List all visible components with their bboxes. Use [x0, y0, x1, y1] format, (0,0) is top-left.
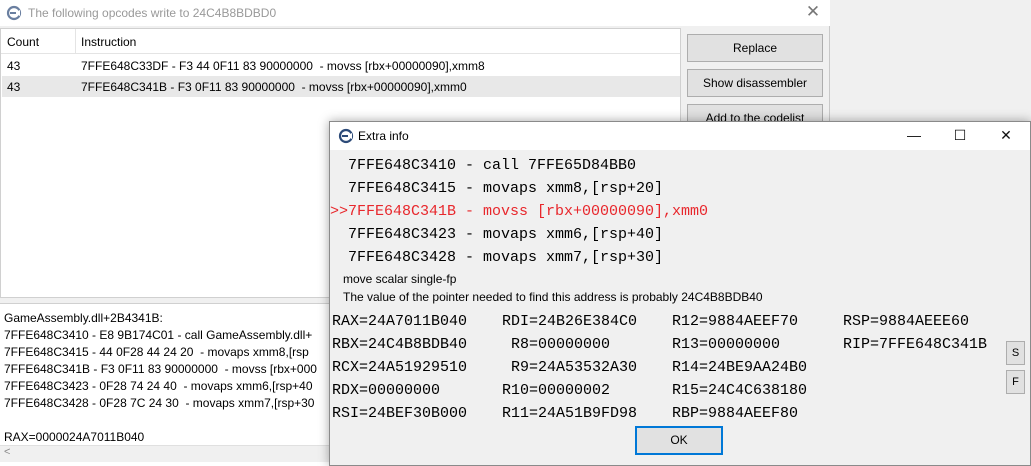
disasm-line: 7FFE648C3415 - 44 0F28 44 24 20 - movaps… [4, 345, 309, 359]
disasm-line: GameAssembly.dll+2B4341B: [4, 311, 163, 325]
disasm-line: 7FFE648C341B - F3 0F11 83 90000000 - mov… [4, 362, 317, 376]
register-r10: R10=00000002 [502, 382, 611, 399]
register-r11: R11=24A51B9FD98 [502, 405, 638, 422]
list-header: Count Instruction [1, 29, 680, 54]
instruction-line: 7FFE648C3415 - movaps xmm8,[rsp+20] [330, 180, 664, 197]
register-r15: R15=24C4C638180 [672, 382, 808, 399]
column-header-count[interactable]: Count [7, 35, 39, 49]
row-count: 43 [7, 59, 21, 73]
register-rsi: RSI=24BEF30B000 [332, 405, 468, 422]
register-r9: R9=24A53532A30 [502, 359, 638, 376]
row-count: 43 [7, 80, 21, 94]
replace-button[interactable]: Replace [687, 34, 823, 62]
register-rdi: RDI=24B26E384C0 [502, 313, 638, 330]
show-disassembler-button[interactable]: Show disassembler [687, 69, 823, 97]
extra-info-window: Extra info — ☐ ✕ 7FFE648C3410 - call 7FF… [329, 121, 1031, 466]
instruction-line: 7FFE648C3410 - call 7FFE65D84BB0 [330, 157, 637, 174]
register-r8: R8=00000000 [502, 336, 611, 353]
current-instruction-line: >>7FFE648C341B - movss [rbx+00000090],xm… [330, 203, 709, 220]
column-divider[interactable] [75, 29, 76, 54]
register-r12: R12=9884AEEF70 [672, 313, 799, 330]
list-item[interactable]: 43 7FFE648C341B - F3 0F11 83 90000000 - … [2, 76, 680, 97]
title-bar: The following opcodes write to 24C4B8BDB… [0, 0, 830, 26]
instruction-line: 7FFE648C3423 - movaps xmm6,[rsp+40] [330, 226, 664, 243]
register-rsp: RSP=9884AEEE60 [843, 313, 970, 330]
stack-button[interactable]: S [1006, 341, 1025, 365]
scroll-left-icon[interactable]: < [4, 446, 10, 458]
register-rip: RIP=7FFE648C341B [843, 336, 988, 353]
disasm-line: RAX=0000024A7011B040 [4, 430, 145, 444]
column-header-instruction[interactable]: Instruction [81, 35, 136, 49]
instruction-description: move scalar single-fp [343, 272, 457, 286]
fpu-button[interactable]: F [1006, 370, 1025, 394]
instruction-line: 7FFE648C3428 - movaps xmm7,[rsp+30] [330, 249, 664, 266]
close-icon[interactable]: ✕ [983, 122, 1029, 150]
register-r14: R14=24BE9AA24B0 [672, 359, 808, 376]
disasm-line: 7FFE648C3410 - E8 9B174C01 - call GameAs… [4, 328, 313, 342]
register-r13: R13=00000000 [672, 336, 781, 353]
window-title: The following opcodes write to 24C4B8BDB… [28, 6, 277, 20]
ok-button[interactable]: OK [635, 426, 723, 455]
disasm-line: 7FFE648C3428 - 0F28 7C 24 30 - movaps xm… [4, 396, 315, 410]
cheat-engine-icon [338, 128, 354, 147]
cheat-engine-icon [6, 5, 22, 24]
title-bar: Extra info — ☐ ✕ [330, 122, 1030, 150]
register-rdx: RDX=00000000 [332, 382, 441, 399]
register-rcx: RCX=24A51929510 [332, 359, 468, 376]
minimize-icon[interactable]: — [891, 122, 937, 150]
register-rax: RAX=24A7011B040 [332, 313, 468, 330]
close-icon[interactable]: ✕ [796, 0, 830, 26]
row-instruction: 7FFE648C341B - F3 0F11 83 90000000 - mov… [81, 80, 467, 94]
row-instruction: 7FFE648C33DF - F3 44 0F11 83 90000000 - … [81, 59, 485, 73]
register-rbx: RBX=24C4B8BDB40 [332, 336, 468, 353]
list-item[interactable]: 43 7FFE648C33DF - F3 44 0F11 83 90000000… [2, 55, 680, 76]
disasm-line: 7FFE648C3423 - 0F28 74 24 40 - movaps xm… [4, 379, 313, 393]
pointer-note: The value of the pointer needed to find … [343, 290, 763, 304]
maximize-icon[interactable]: ☐ [937, 122, 983, 150]
register-rbp: RBP=9884AEEF80 [672, 405, 799, 422]
window-title: Extra info [358, 129, 409, 143]
